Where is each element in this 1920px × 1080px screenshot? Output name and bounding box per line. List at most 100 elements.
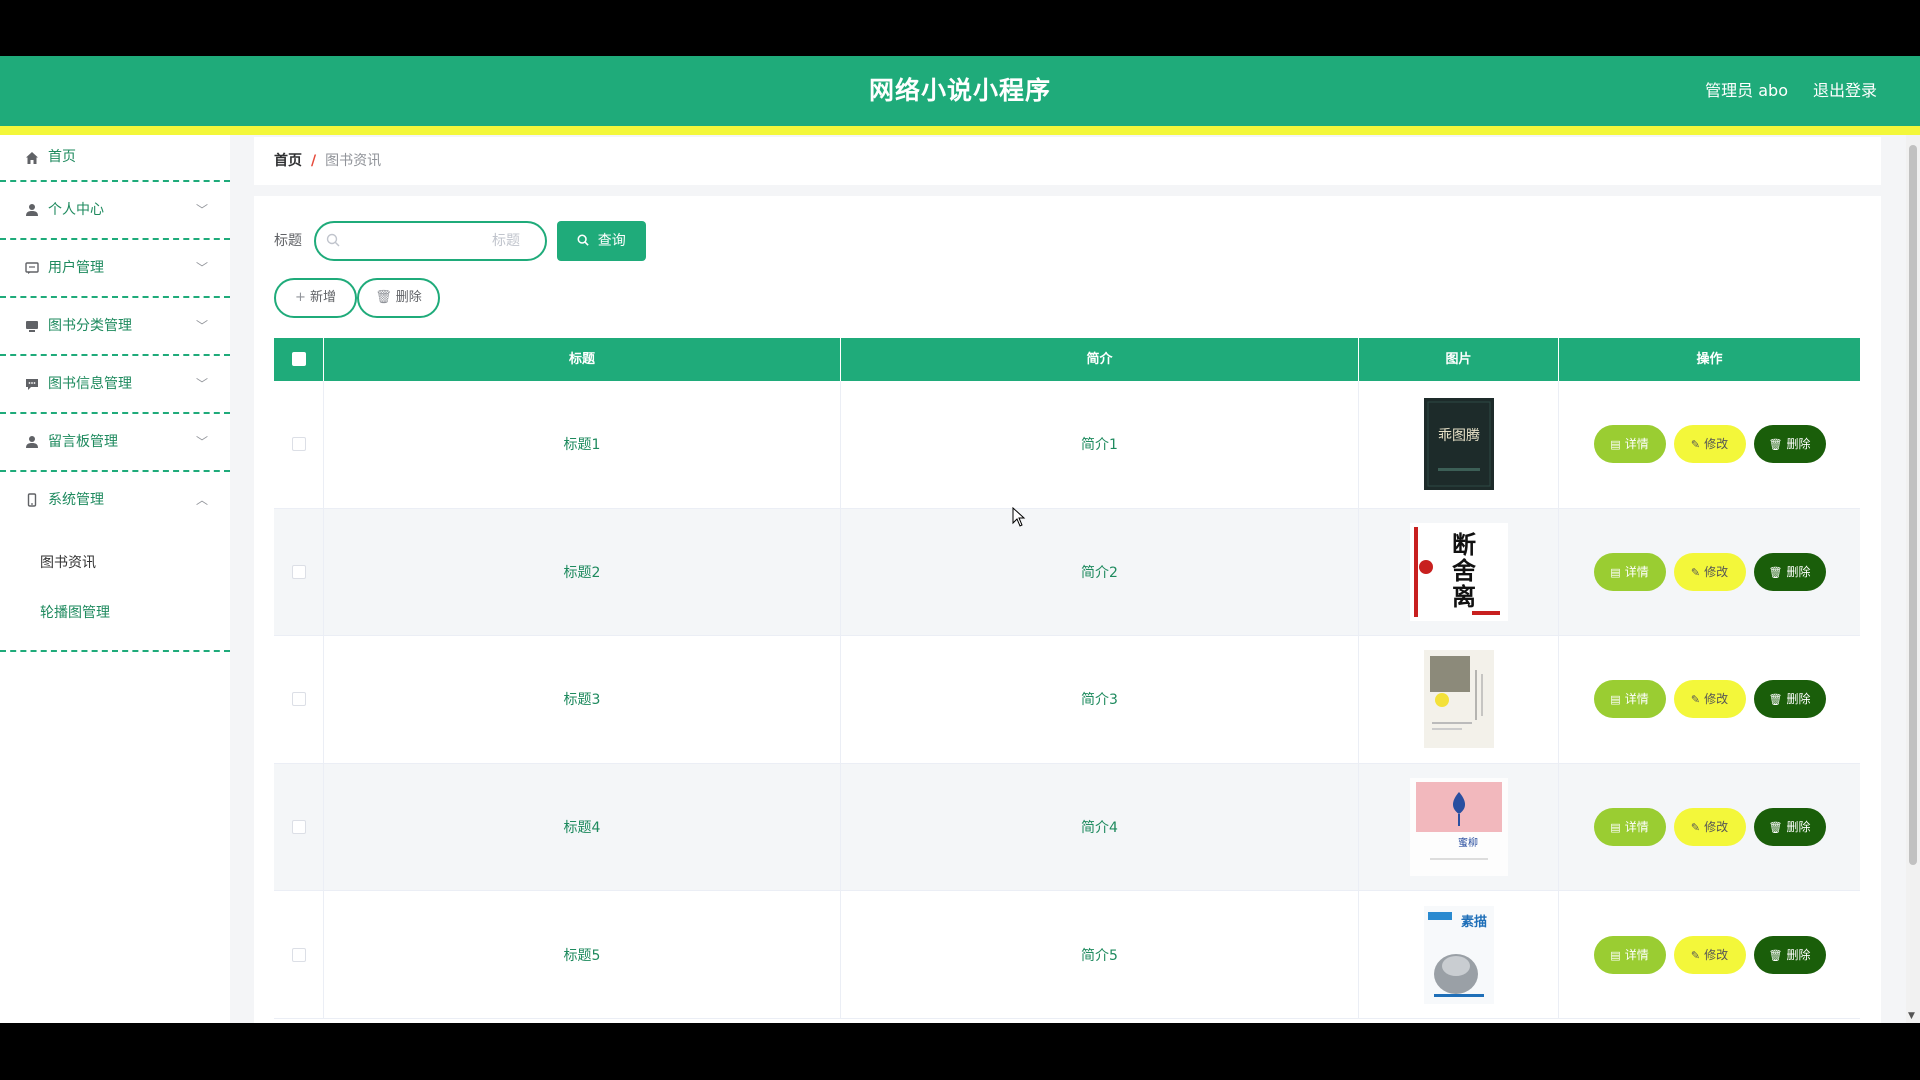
delete-label: 删除	[1786, 564, 1811, 579]
scrollbar-thumb[interactable]	[1909, 145, 1917, 865]
select-all-checkbox[interactable]	[291, 352, 306, 366]
top-header: 网络小说小程序 管理员 abo 退出登录	[0, 56, 1920, 126]
sidebar-item-system[interactable]: 系统管理 ︿	[0, 472, 230, 530]
delete-button[interactable]: 🗑 删除	[1753, 425, 1826, 464]
edit-icon: ✎	[1690, 438, 1701, 452]
search-button-label: 查询	[597, 233, 626, 249]
row-intro: 简介5	[841, 891, 1359, 1018]
row-checkbox[interactable]	[291, 947, 306, 962]
sidebar-item-label: 留言板管理	[48, 434, 118, 450]
row-check-cell	[274, 763, 324, 891]
trash-icon: 🗑	[1768, 565, 1783, 579]
sidebar-item-label: 图书分类管理	[48, 318, 132, 334]
edit-icon: ✎	[1690, 948, 1701, 962]
row-intro: 简介4	[841, 763, 1359, 891]
detail-button[interactable]: ▤ 详情	[1593, 680, 1666, 719]
edit-button[interactable]: ✎ 修改	[1673, 425, 1746, 464]
breadcrumb: 首页 / 图书资讯	[274, 137, 381, 185]
edit-icon: ✎	[1690, 693, 1701, 707]
sidebar-item-label: 个人中心	[48, 202, 104, 218]
row-actions: ▤ 详情 ✎ 修改 🗑 删除	[1559, 381, 1860, 508]
mouse-cursor-icon	[1012, 507, 1026, 527]
breadcrumb-home[interactable]: 首页	[274, 153, 302, 169]
delete-button[interactable]: 🗑 删除	[1753, 552, 1826, 591]
row-actions: ▤ 详情 ✎ 修改 🗑 删除	[1559, 636, 1860, 763]
column-header-image: 图片	[1359, 338, 1559, 381]
row-title: 标题5	[324, 891, 841, 1018]
sidebar-item-profile[interactable]: 个人中心 ﹀	[0, 182, 230, 240]
detail-label: 详情	[1624, 947, 1649, 962]
edit-button[interactable]: ✎ 修改	[1673, 808, 1746, 847]
column-header-intro[interactable]: 简介	[841, 338, 1359, 381]
document-icon: ▤	[1610, 565, 1621, 579]
current-user: 管理员 abo	[1705, 81, 1788, 100]
delete-label: 删除	[1786, 947, 1811, 962]
column-header-actions: 操作	[1696, 352, 1723, 367]
detail-button[interactable]: ▤ 详情	[1593, 425, 1666, 464]
row-intro: 简介3	[841, 636, 1359, 763]
submenu-item-book-news[interactable]: 图书资讯	[0, 538, 230, 588]
letterbox-bottom	[0, 1023, 1920, 1080]
edit-label: 修改	[1704, 437, 1729, 452]
column-header-title[interactable]: 标题	[324, 338, 841, 381]
delete-button[interactable]: 🗑 删除	[1753, 680, 1826, 719]
batch-delete-label: 删除	[395, 290, 422, 305]
detail-label: 详情	[1624, 564, 1649, 579]
detail-button[interactable]: ▤ 详情	[1593, 552, 1666, 591]
row-check-cell	[274, 508, 324, 636]
sidebar-item-book-category[interactable]: 图书分类管理 ﹀	[0, 298, 230, 356]
row-check-cell	[274, 381, 324, 508]
trash-icon: 🗑	[375, 290, 392, 305]
breadcrumb-card: 首页 / 图书资讯	[254, 137, 1881, 185]
delete-label: 删除	[1786, 692, 1811, 707]
sidebar-item-label: 首页	[48, 149, 76, 165]
trash-icon: 🗑	[1768, 438, 1783, 452]
document-icon: ▤	[1610, 821, 1621, 835]
detail-button[interactable]: ▤ 详情	[1593, 808, 1666, 847]
sidebar-item-book-info[interactable]: 图书信息管理 ﹀	[0, 356, 230, 414]
row-checkbox[interactable]	[291, 820, 306, 835]
add-button[interactable]: + 新增	[274, 278, 357, 318]
sidebar-item-label: 系统管理	[48, 492, 104, 508]
trash-icon: 🗑	[1768, 821, 1783, 835]
edit-label: 修改	[1704, 947, 1729, 962]
sidebar-item-guestbook[interactable]: 留言板管理 ﹀	[0, 414, 230, 472]
row-checkbox[interactable]	[291, 437, 306, 452]
sidebar-item-users[interactable]: 用户管理 ﹀	[0, 240, 230, 298]
book-cover-image: 蜜柳	[1409, 778, 1508, 877]
trash-icon: 🗑	[1768, 693, 1783, 707]
system-submenu: 图书资讯 轮播图管理	[0, 530, 230, 652]
chat-icon	[24, 260, 40, 276]
submenu-item-carousel[interactable]: 轮播图管理	[0, 588, 230, 638]
row-checkbox[interactable]	[291, 692, 306, 707]
detail-button[interactable]: ▤ 详情	[1593, 935, 1666, 974]
row-checkbox[interactable]	[291, 564, 306, 579]
delete-button[interactable]: 🗑 删除	[1753, 935, 1826, 974]
search-input[interactable]	[348, 229, 538, 253]
row-check-cell	[274, 636, 324, 763]
logout-link[interactable]: 退出登录	[1813, 56, 1877, 126]
scroll-down-arrow-icon[interactable]: ▼	[1908, 1011, 1915, 1021]
chevron-down-icon: ﹀	[195, 261, 208, 275]
search-box	[314, 221, 547, 261]
edit-button[interactable]: ✎ 修改	[1673, 552, 1746, 591]
row-image-cell	[1359, 636, 1559, 763]
search-icon	[577, 233, 593, 249]
delete-button[interactable]: 🗑 删除	[1753, 808, 1826, 847]
sidebar-item-home[interactable]: 首页	[0, 135, 230, 182]
chevron-down-icon: ﹀	[195, 377, 208, 391]
vertical-scrollbar[interactable]: ▼	[1906, 135, 1920, 1023]
edit-button[interactable]: ✎ 修改	[1673, 680, 1746, 719]
row-title: 标题2	[324, 508, 841, 636]
edit-button[interactable]: ✎ 修改	[1673, 935, 1746, 974]
search-button[interactable]: 查询	[557, 221, 646, 261]
search-label: 标题	[274, 233, 302, 249]
row-actions: ▤ 详情 ✎ 修改 🗑 删除	[1559, 891, 1860, 1018]
edit-label: 修改	[1704, 564, 1729, 579]
search-icon	[326, 233, 340, 251]
chevron-down-icon: ﹀	[195, 435, 208, 449]
chevron-down-icon: ﹀	[195, 203, 208, 217]
batch-delete-button[interactable]: 🗑 删除	[357, 278, 440, 318]
document-icon: ▤	[1610, 948, 1621, 962]
table-header: 标题 简介 图片 操作	[274, 338, 1860, 381]
